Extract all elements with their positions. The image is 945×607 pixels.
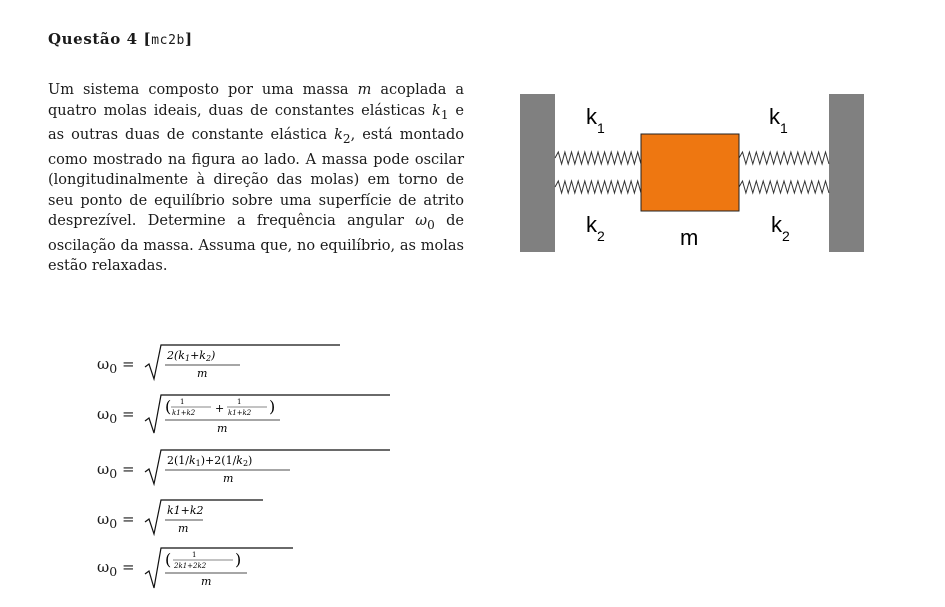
svg-text:): ): [269, 397, 275, 416]
question-title: Questão 4 [mc2b]: [48, 30, 193, 48]
math-k2: k: [334, 127, 343, 144]
svg-text:m: m: [178, 522, 188, 535]
option-lhs: ω0 =: [97, 510, 135, 531]
label-k2-left: k2: [586, 212, 605, 244]
option-formula: ( 1 k1+k2 + 1 k1+k2 ) m: [144, 394, 390, 435]
option-formula: 2(1/k1)+2(1/k2) m: [144, 449, 390, 487]
svg-text:): ): [235, 550, 241, 569]
svg-text:(: (: [165, 397, 171, 416]
label-k1-left: k1: [586, 104, 605, 136]
math-sub: 1: [440, 107, 449, 122]
question-code: [mc2b]: [143, 30, 193, 48]
svg-text:1: 1: [180, 398, 184, 406]
mass-block: [640, 133, 740, 212]
svg-text:1: 1: [192, 551, 196, 559]
option-lhs: ω0 =: [97, 460, 135, 481]
label-k2-right: k2: [771, 212, 790, 244]
option-formula: ( 1 2k1+2k2 ) m: [144, 547, 293, 589]
spring-k2-left: [554, 179, 642, 195]
svg-text:m: m: [223, 472, 233, 485]
svg-text:1: 1: [237, 398, 241, 406]
svg-text:m: m: [217, 422, 227, 435]
question-statement: Um sistema composto por uma massa m acop…: [48, 80, 464, 277]
svg-text:k1+k2: k1+k2: [228, 409, 252, 417]
math-k1: k: [432, 102, 441, 119]
option-lhs: ω0 =: [97, 355, 135, 376]
svg-text:m: m: [197, 367, 207, 380]
math-m: m: [357, 82, 372, 98]
spring-mass-figure: k1 k1 k2 k2 m: [520, 94, 864, 252]
spring-k1-right: [738, 150, 830, 166]
statement-part: Um sistema composto por uma massa: [48, 82, 358, 98]
question-code-text: mc2b: [151, 33, 185, 48]
right-wall: [829, 94, 864, 252]
left-wall: [520, 94, 555, 252]
option-formula: 2(k1+k2) m: [144, 344, 340, 382]
svg-text:2k1+2k2: 2k1+2k2: [173, 562, 207, 570]
spring-k1-left: [554, 150, 642, 166]
svg-text:k1+k2: k1+k2: [167, 504, 204, 517]
spring-k2-right: [738, 179, 830, 195]
svg-text:2(1/k1)+2(1/k2): 2(1/k1)+2(1/k2): [167, 454, 252, 468]
svg-text:2(k1+k2): 2(k1+k2): [166, 349, 215, 363]
question-number: Questão 4: [48, 30, 138, 48]
math-sub: 2: [342, 131, 351, 146]
svg-text:(: (: [165, 550, 171, 569]
label-mass: m: [680, 225, 698, 250]
option-formula: k1+k2 m: [144, 499, 263, 537]
option-lhs: ω0 =: [97, 405, 135, 426]
label-k1-right: k1: [769, 104, 788, 136]
math-sub: 0: [427, 218, 435, 233]
svg-text:m: m: [201, 575, 211, 588]
svg-text:+: +: [215, 402, 224, 415]
math-omega: ω: [415, 213, 428, 230]
option-lhs: ω0 =: [97, 558, 135, 579]
svg-text:k1+k2: k1+k2: [172, 409, 196, 417]
